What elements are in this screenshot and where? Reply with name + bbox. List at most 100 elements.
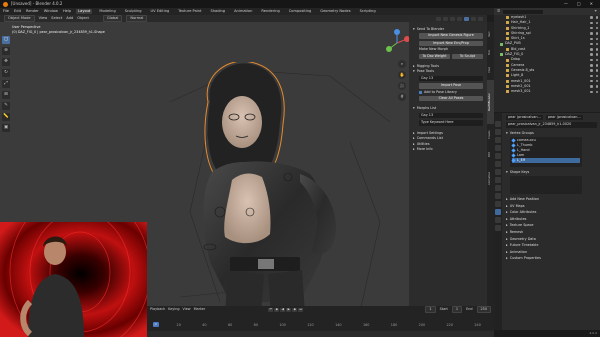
shape-key-list[interactable] [510,176,582,194]
outliner-item[interactable]: mesh3_001 [494,89,600,94]
tab-edit[interactable]: Edit [487,146,494,162]
rotate-icon[interactable]: ↻ [2,69,10,77]
camera-icon[interactable] [595,26,598,30]
transform-icon[interactable]: ⊞ [2,91,10,99]
particles-props-icon[interactable] [495,185,501,191]
camera-icon[interactable] [595,37,598,41]
tab-view[interactable]: View [487,62,494,78]
eye-icon[interactable] [590,53,593,56]
mesh-data-props-icon[interactable] [495,209,501,215]
eye-icon[interactable] [590,48,593,51]
workspace-tab-geometry-nodes[interactable]: Geometry Nodes [318,9,352,15]
to-daz-button[interactable]: To Daz Weight [419,53,450,60]
shading-material-icon[interactable] [471,16,476,21]
eye-icon[interactable] [590,85,593,88]
xray-toggle-icon[interactable] [457,16,462,21]
physics-props-icon[interactable] [495,193,501,199]
menu-select[interactable]: Select [51,16,62,21]
workspace-tab-uv-editing[interactable]: UV Editing [149,9,172,15]
scale-icon[interactable]: ⤢ [2,80,10,88]
tab-tool[interactable]: Tool [487,44,494,60]
properties-section[interactable]: ▸ Future Timetable [506,243,597,249]
annotate-icon[interactable]: ✎ [2,102,10,110]
view-layer-props-icon[interactable] [495,145,501,151]
workspace-tab-layout[interactable]: Layout [76,8,93,15]
add-cube-icon[interactable]: ▣ [2,124,10,132]
properties-section[interactable]: ▸ Color Attributes [506,210,597,216]
eye-icon[interactable] [590,26,593,30]
maximize-icon[interactable]: □ [577,2,581,6]
section-pose-tools[interactable]: ▾ Pose Tools [413,70,483,74]
camera-icon[interactable] [595,48,598,51]
timeline-track[interactable] [147,331,494,337]
import-pose-button[interactable]: Import Pose [419,83,483,89]
measure-icon[interactable]: 📏 [2,113,10,121]
properties-section[interactable]: ▸ UV Maps [506,204,597,210]
section-rigging-tools[interactable]: ▸ Rigging Tools [413,64,483,68]
material-props-icon[interactable] [495,217,501,223]
menu-view[interactable]: View [39,16,48,21]
world-props-icon[interactable] [495,161,501,167]
tab-daztoblender[interactable]: DazToBlender [487,80,494,124]
play-icon[interactable]: ▶ [286,307,292,312]
menu-file[interactable]: File [3,9,9,14]
camera-icon[interactable] [595,21,598,25]
menu-view[interactable]: View [183,307,191,311]
properties-section[interactable]: ▸ Geometry Data [506,237,597,243]
modifier-props-icon[interactable] [495,177,501,183]
properties-section[interactable]: ▸ Attributes [506,217,597,223]
zoom-icon[interactable]: ⌕ [398,60,406,68]
workspace-tab-sculpting[interactable]: Sculpting [123,9,144,15]
grid-icon[interactable]: # [398,93,406,101]
camera-icon[interactable] [595,64,598,67]
cursor-icon[interactable]: ⊕ [2,47,10,55]
eye-icon[interactable] [590,69,593,72]
menu-edit[interactable]: Edit [14,9,21,14]
camera-icon[interactable] [595,90,598,94]
workspace-tab-compositing[interactable]: Compositing [287,9,314,15]
camera-icon[interactable] [595,58,598,62]
eye-icon[interactable] [590,79,593,83]
shading-solid-icon[interactable] [464,16,469,21]
camera-icon[interactable] [595,32,598,35]
section-utilities[interactable]: ▸ Utilities [413,142,483,146]
move-icon[interactable]: ✥ [2,58,10,66]
eye-icon[interactable] [590,21,593,25]
eye-icon[interactable] [590,58,593,62]
menu-render[interactable]: Render [26,9,39,14]
texture-props-icon[interactable] [495,225,501,231]
keyword-search-field[interactable]: Type Keyword Here [419,120,483,126]
add-to-pose-library-checkbox[interactable]: Add to Pose Library [419,90,483,94]
section-morphs-list[interactable]: ▾ Morphs List [413,107,483,111]
play-reverse-icon[interactable]: ◀ [280,307,286,312]
properties-section[interactable]: ▸ Texture Space [506,223,597,229]
camera-icon[interactable] [595,74,598,78]
tab-animation[interactable]: Animation [487,164,494,192]
prev-keyframe-icon[interactable]: ◆ [274,307,280,312]
properties-section[interactable]: ▸ Custom Properties [506,256,597,262]
eye-icon[interactable] [590,64,593,67]
properties-section[interactable]: ▸ Animation [506,250,597,256]
object-props-icon[interactable] [495,169,501,175]
jump-end-icon[interactable]: ⏭ [298,307,304,312]
jump-start-icon[interactable]: ⏮ [268,307,274,312]
eye-icon[interactable] [590,42,593,46]
workspace-tab-texture-paint[interactable]: Texture Paint [176,9,203,15]
render-props-icon[interactable] [495,129,501,135]
list-item-selected[interactable]: L_Elf [511,158,580,164]
camera-icon[interactable] [595,69,598,72]
outliner-display-icon[interactable]: ☰ [497,9,500,13]
section-shape-keys[interactable]: ▾ Shape Keys [506,169,597,175]
workspace-tab-animation[interactable]: Animation [232,9,254,15]
camera-icon[interactable] [595,79,598,83]
eye-icon[interactable] [590,32,593,35]
workspace-tab-rendering[interactable]: Rendering [259,9,281,15]
gizmo-toggle-icon[interactable] [443,16,448,21]
outliner-search-input[interactable] [503,9,544,14]
properties-section[interactable]: ▸ Remesh [506,230,597,236]
scene-props-icon[interactable] [495,153,501,159]
select-box-icon[interactable]: ◻ [2,36,10,44]
camera-view-icon[interactable]: 🎥 [398,82,406,90]
visibility-icon[interactable] [436,16,441,21]
to-sculpt-button[interactable]: To Sculpt [452,53,483,60]
